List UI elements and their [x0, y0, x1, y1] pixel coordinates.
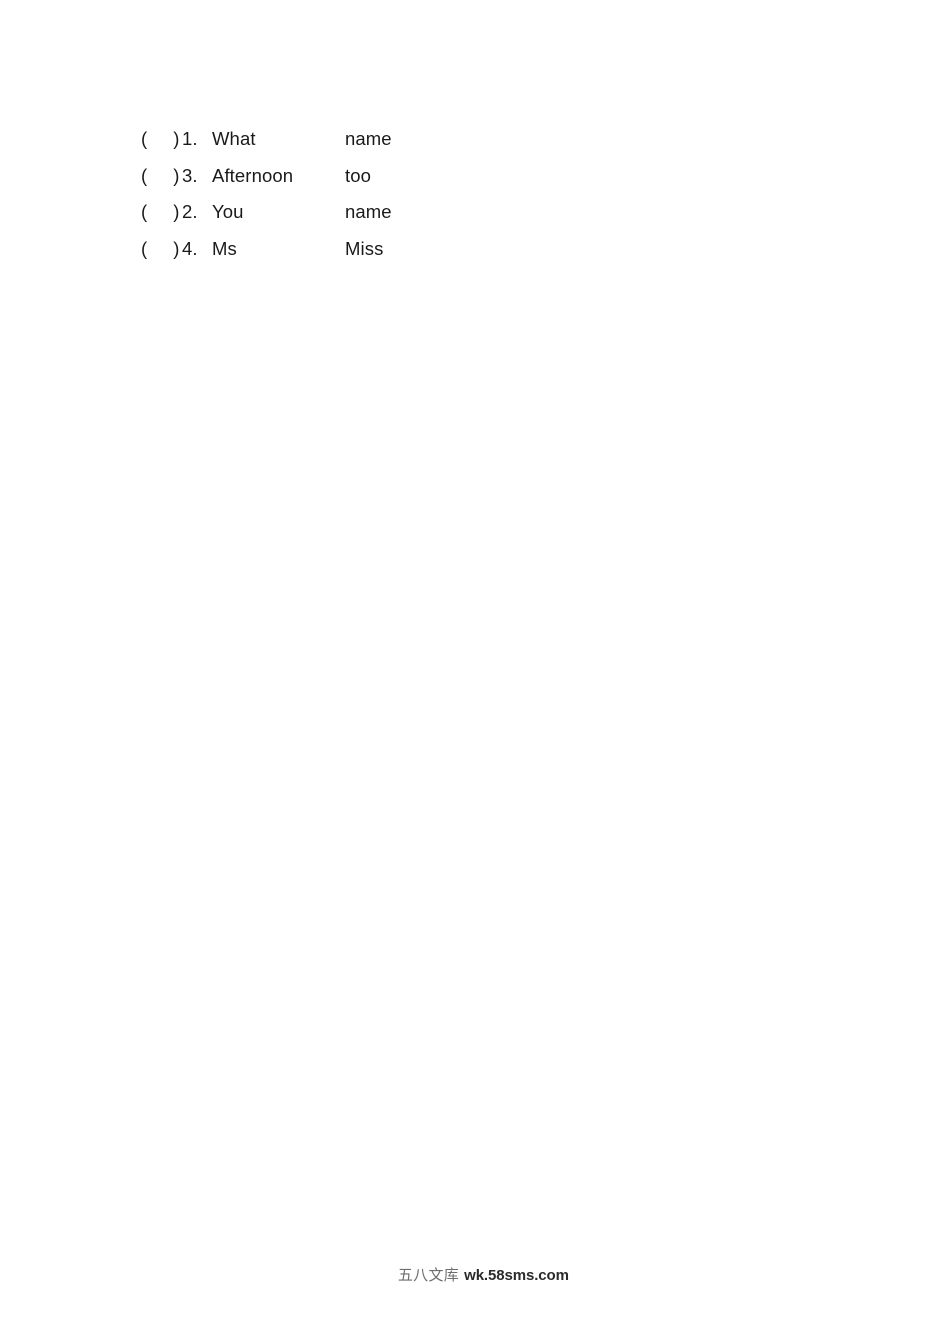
word-column-a: Ms	[212, 237, 237, 259]
word-column-b: too	[345, 164, 372, 186]
bracket-close-glyph: )	[173, 201, 180, 222]
answer-bracket[interactable]: ()	[141, 231, 182, 268]
word-column-b: name	[345, 128, 392, 149]
bracket-open-glyph: (	[141, 237, 148, 259]
item-number: 1.	[182, 128, 198, 149]
table-row: () 3. Afternoon too	[141, 158, 841, 195]
bracket-open-glyph: (	[141, 201, 148, 222]
document-page: () 1. What name () 3. Afternoon too () 2…	[0, 0, 950, 1344]
answer-bracket[interactable]: ()	[141, 158, 182, 195]
bracket-close-glyph: )	[173, 237, 180, 259]
bracket-close-glyph: )	[173, 128, 180, 149]
word-column-b: name	[345, 201, 392, 222]
word-column-a: What	[212, 128, 256, 149]
bracket-close-glyph: )	[173, 164, 180, 186]
watermark-url: wk.58sms.com	[464, 1267, 569, 1284]
word-column-b: Miss	[345, 237, 384, 259]
answer-bracket[interactable]: ()	[141, 121, 182, 158]
watermark-site-name: 五八文库	[397, 1266, 460, 1284]
table-row: () 4. Ms Miss	[141, 231, 841, 268]
word-column-a: Afternoon	[212, 164, 294, 186]
bracket-open-glyph: (	[141, 164, 148, 186]
exercise-list: () 1. What name () 3. Afternoon too () 2…	[141, 121, 841, 267]
word-column-a: You	[212, 201, 244, 222]
item-number: 2.	[182, 201, 198, 222]
table-row: () 1. What name	[141, 121, 841, 158]
answer-bracket[interactable]: ()	[141, 194, 182, 231]
item-number: 3.	[182, 164, 198, 186]
item-number: 4.	[182, 237, 198, 259]
table-row: () 2. You name	[141, 194, 841, 231]
watermark: 五八文库 wk.58sms.com	[0, 1245, 950, 1306]
bracket-open-glyph: (	[141, 128, 148, 149]
